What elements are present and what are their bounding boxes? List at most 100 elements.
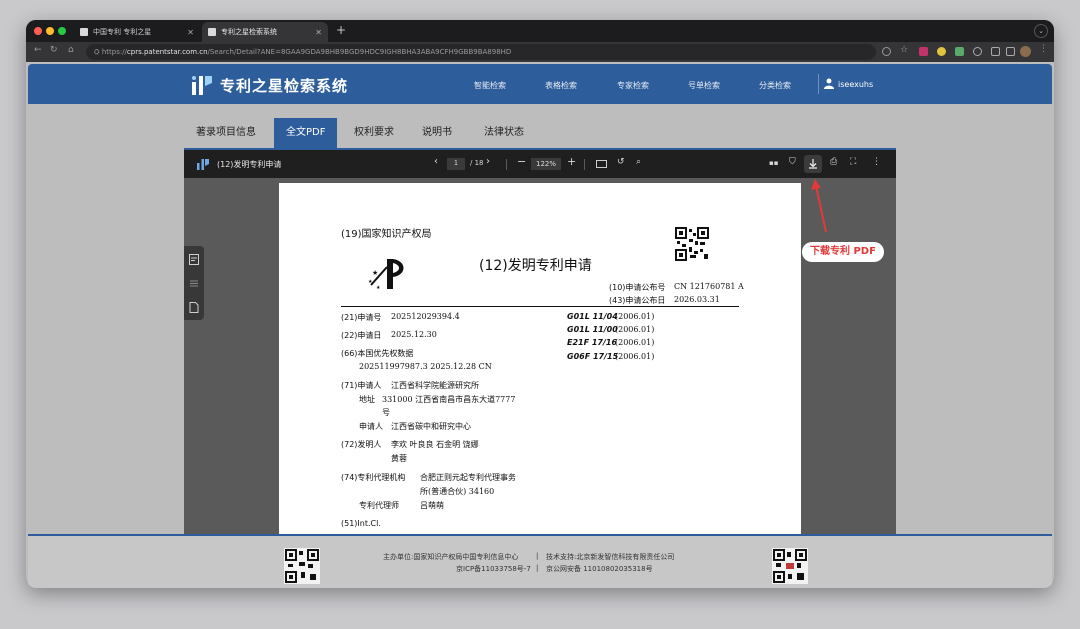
pub-date-label: (43)申请公布日: [609, 296, 666, 305]
more-menu-icon[interactable]: ⋮: [1039, 44, 1048, 54]
zoom-in-icon[interactable]: +: [567, 155, 576, 168]
highlight-icon[interactable]: ⛉: [789, 157, 796, 167]
rotate-icon[interactable]: ↺: [617, 157, 625, 167]
applicant-label: (71)申请人: [341, 381, 382, 390]
tab-claims[interactable]: 权利要求: [354, 118, 394, 148]
footer-icp[interactable]: 京ICP备11033758号-7: [456, 564, 531, 574]
site-info-icon[interactable]: ⛭: [94, 48, 102, 56]
browser-tab-1[interactable]: 中国专利 专利之星 ✕: [74, 22, 200, 42]
extensions-puzzle-icon[interactable]: [991, 47, 1000, 56]
classification-code: G01L 11/04: [567, 312, 618, 321]
footer-police-record[interactable]: 京公网安备 11010802035318号: [546, 564, 653, 574]
patentstar-logo-icon: [192, 76, 212, 95]
address-line: 号: [382, 408, 390, 417]
extension-icon[interactable]: [973, 47, 982, 56]
cnipa-emblem-icon: ★ ★ ★: [368, 259, 404, 291]
zoom-level[interactable]: 122%: [531, 158, 561, 170]
agency-label: (74)专利代理机构: [341, 473, 406, 482]
print-icon[interactable]: ⎙: [830, 157, 837, 167]
extension-icon[interactable]: [937, 47, 946, 56]
divider: [584, 159, 585, 170]
pdf-page: (19)国家知识产权局 ★ ★ ★ (12)发明专利申请 (10)申请公布号 C…: [279, 183, 801, 588]
url-field[interactable]: ⛭ https://cprs.patentstar.com.cn/Search/…: [86, 44, 876, 60]
document-kind: (12)发明专利申请: [479, 258, 592, 274]
reload-icon[interactable]: ↻: [50, 45, 58, 55]
agent-name: 吕萌萌: [420, 501, 444, 510]
browser-tab-label: 专利之星检索系统: [221, 28, 277, 36]
web-page: 专利之星检索系统 智能检索 表格检索 专家检索 号单检索 分类检索 iseexu…: [26, 62, 1054, 588]
download-button[interactable]: [804, 155, 822, 173]
address-bar: ← ↻ ⌂ ⛭ https://cprs.patentstar.com.cn/S…: [26, 42, 1054, 62]
new-tab-button[interactable]: +: [336, 23, 346, 37]
url-host: cprs.patentstar.com.cn: [126, 48, 208, 56]
page-icon: [80, 28, 88, 36]
user-name[interactable]: iseexuhs: [838, 80, 873, 89]
site-title: 专利之星检索系统: [220, 77, 349, 95]
classification-year: (2006.01): [615, 325, 655, 334]
home-icon[interactable]: ⌂: [68, 45, 74, 55]
qr-code: [772, 548, 808, 584]
classification-year: (2006.01): [615, 338, 655, 347]
maximize-window-button[interactable]: [58, 27, 66, 35]
nav-expert-search[interactable]: 专家检索: [617, 80, 649, 91]
pdf-document-title: (12)发明专利申请: [217, 160, 282, 169]
previous-page-icon[interactable]: ‹: [434, 156, 438, 167]
zoom-icon[interactable]: [882, 47, 891, 56]
priority-data: 202511997987.3 2025.12.28 CN: [359, 362, 492, 371]
agent-label: 专利代理师: [359, 501, 399, 510]
tab-description[interactable]: 说明书: [422, 118, 452, 148]
qr-code: [675, 227, 709, 261]
notes-icon[interactable]: [189, 254, 199, 265]
tab-legal-status[interactable]: 法律状态: [484, 118, 524, 148]
nav-smart-search[interactable]: 智能检索: [474, 80, 506, 91]
classification-code: G01L 11/00: [567, 325, 618, 334]
profile-avatar[interactable]: [1020, 46, 1031, 57]
intcl-label: (51)Int.Cl.: [341, 519, 381, 528]
svg-text:★: ★: [368, 279, 373, 285]
minimize-window-button[interactable]: [46, 27, 54, 35]
outline-icon[interactable]: [189, 278, 199, 289]
close-tab-icon[interactable]: ✕: [315, 28, 322, 37]
search-icon[interactable]: ⌕: [636, 157, 641, 167]
browser-tab-bar: 中国专利 专利之星 ✕ 专利之星检索系统 ✕ + ⌄: [26, 20, 1054, 42]
app-no-label: (21)申请号: [341, 313, 382, 322]
classification-code: G06F 17/15: [567, 352, 619, 361]
more-options-icon[interactable]: ⋮: [872, 157, 881, 167]
footer-organizer: 主办单位:国家知识产权局中国专利信息中心: [383, 553, 519, 561]
divider: [506, 159, 507, 170]
back-icon[interactable]: ←: [34, 45, 42, 55]
footer-separator: |: [536, 552, 539, 560]
attachment-icon[interactable]: [189, 302, 199, 313]
close-tab-icon[interactable]: ✕: [187, 28, 194, 37]
fullscreen-icon[interactable]: ⛶: [850, 157, 856, 167]
zoom-out-icon[interactable]: −: [517, 155, 526, 168]
pub-date: 2026.03.31: [674, 295, 720, 304]
footer-separator: |: [536, 564, 539, 572]
browser-tab-2[interactable]: 专利之星检索系统 ✕: [202, 22, 328, 42]
pdf-viewer: (12)发明专利申请 ‹ / 18 › − 122% + ↺ ⌕ ▪▪ ⛉: [184, 148, 896, 588]
nav-classification-search[interactable]: 分类检索: [759, 80, 791, 91]
bookmark-star-icon[interactable]: ☆: [900, 45, 909, 55]
tab-fulltext-pdf[interactable]: 全文PDF: [274, 118, 338, 148]
address-label: 地址: [359, 395, 375, 404]
app-date: 2025.12.30: [391, 330, 437, 339]
tab-bibliographic[interactable]: 著录项目信息: [196, 118, 256, 148]
tab-search-button[interactable]: ⌄: [1034, 24, 1048, 38]
extension-icon[interactable]: [919, 47, 928, 56]
url-scheme: https://: [101, 48, 127, 56]
download-pdf-annotation: 下载专利 PDF: [802, 242, 884, 262]
issuing-office: (19)国家知识产权局: [341, 229, 432, 240]
next-page-icon[interactable]: ›: [486, 156, 490, 167]
applicant-label: 申请人: [359, 422, 383, 431]
page-number-input[interactable]: [447, 158, 465, 170]
applicant-name: 江西省碳中和研究中心: [391, 422, 471, 431]
nav-table-search[interactable]: 表格检索: [545, 80, 577, 91]
url-path: /Search/Detail?ANE=8GAA9GDA9BHB9BGD9HDC9…: [207, 48, 512, 56]
inventors-label: (72)发明人: [341, 440, 382, 449]
two-page-view-icon[interactable]: ▪▪: [769, 159, 779, 167]
sidebar-icon[interactable]: [1006, 47, 1015, 56]
fit-page-icon[interactable]: [596, 160, 607, 168]
extension-icon[interactable]: [955, 47, 964, 56]
close-window-button[interactable]: [34, 27, 42, 35]
nav-number-search[interactable]: 号单检索: [688, 80, 720, 91]
